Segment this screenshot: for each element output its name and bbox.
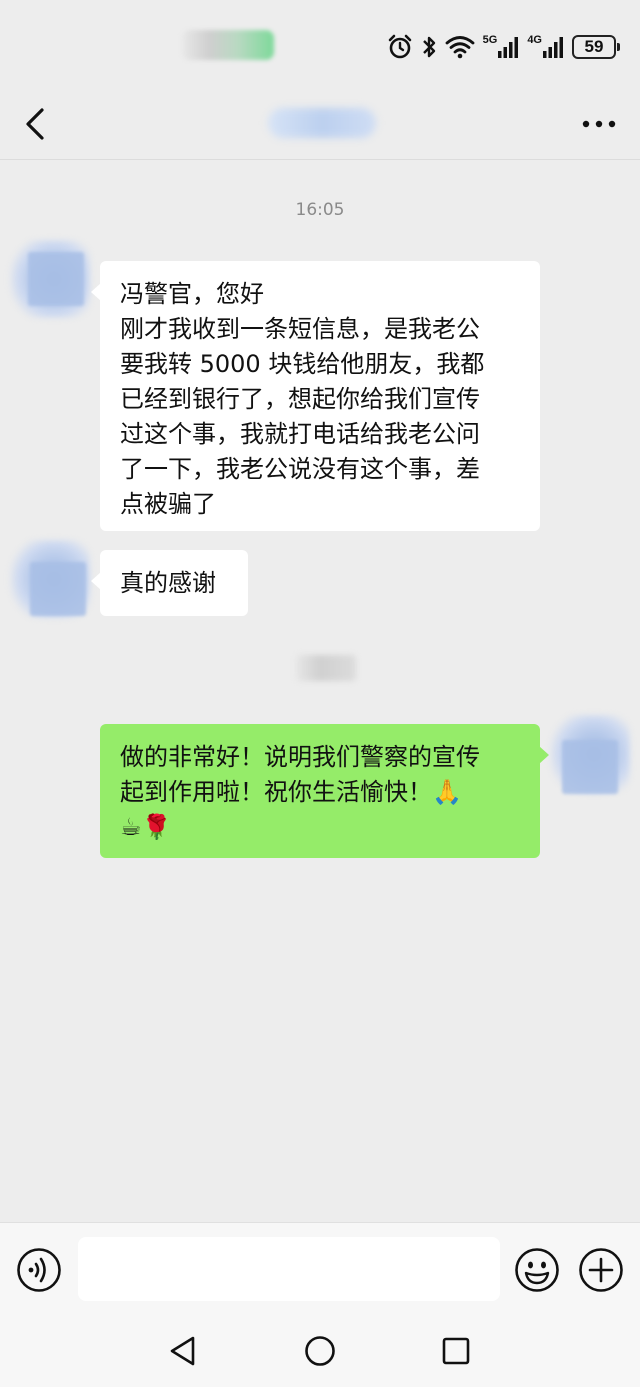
status-bar: 5G 4G 59	[0, 0, 640, 92]
nav-back-icon[interactable]	[168, 1334, 198, 1368]
message-line: 过这个事，我就打电话给我老公问	[120, 420, 480, 448]
more-dots-icon[interactable]	[582, 116, 616, 132]
message-input[interactable]	[78, 1237, 500, 1301]
message-line: 真的感谢	[120, 569, 216, 597]
system-notice-redacted	[296, 655, 356, 681]
status-time-redacted	[182, 30, 274, 60]
message-line: 做的非常好！说明我们警察的宣传	[120, 743, 480, 771]
chat-title-redacted	[268, 108, 376, 138]
chat-header	[0, 92, 640, 160]
avatar-redacted	[30, 562, 86, 616]
network-5g-label: 5G	[482, 34, 498, 46]
alarm-icon	[388, 34, 411, 59]
nav-recent-icon[interactable]	[441, 1336, 471, 1366]
wifi-icon	[445, 36, 475, 59]
signal-5g-icon	[498, 37, 519, 58]
voice-icon[interactable]	[16, 1247, 62, 1293]
input-bar	[0, 1222, 640, 1318]
message-line: 已经到银行了，想起你给我们宣传	[120, 385, 480, 413]
message-line: 点被骗了	[120, 490, 216, 518]
signal-4g-icon	[543, 37, 563, 58]
chat-area[interactable]: 16:05 冯警官，您好 刚才我收到一条短信息，是我老公 要我转 5000 块钱…	[0, 160, 640, 1222]
message-bubble-outgoing[interactable]: 做的非常好！说明我们警察的宣传 起到作用啦！祝你生活愉快！🙏 ☕🌹	[100, 724, 549, 858]
message-bubble-incoming[interactable]: 真的感谢	[91, 550, 248, 616]
nav-home-icon[interactable]	[304, 1335, 336, 1367]
message-line: 刚才我收到一条短信息，是我老公	[120, 315, 480, 343]
message-timestamp: 16:05	[295, 200, 345, 220]
emoji-icon[interactable]	[514, 1247, 560, 1293]
network-4g-label: 4G	[527, 34, 542, 46]
message-line: 起到作用啦！祝你生活愉快！🙏	[120, 778, 462, 806]
plus-icon[interactable]	[578, 1247, 624, 1293]
avatar-redacted	[562, 740, 618, 794]
system-nav-bar	[0, 1318, 640, 1387]
battery-icon: 59	[572, 35, 620, 59]
bluetooth-icon	[422, 36, 435, 58]
status-icons: 5G 4G 59	[387, 34, 620, 60]
message-line: 了一下，我老公说没有这个事，差	[120, 455, 480, 483]
message-line: 冯警官，您好	[120, 280, 264, 308]
avatar-redacted	[28, 252, 84, 306]
battery-level: 59	[584, 37, 604, 56]
message-line: 要我转 5000 块钱给他朋友，我都	[120, 350, 485, 378]
message-bubble-incoming[interactable]: 冯警官，您好 刚才我收到一条短信息，是我老公 要我转 5000 块钱给他朋友，我…	[91, 261, 540, 531]
back-arrow-icon[interactable]	[18, 104, 54, 144]
message-line: ☕🌹	[120, 813, 172, 841]
